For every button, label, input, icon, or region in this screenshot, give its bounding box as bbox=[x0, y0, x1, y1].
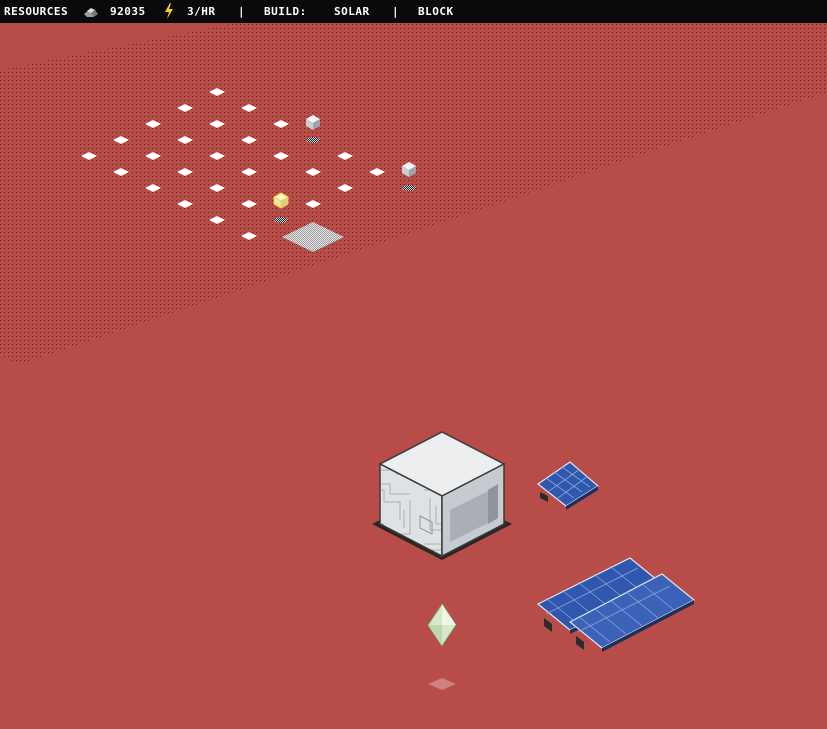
energy-crystal[interactable] bbox=[427, 603, 457, 690]
power-rate: 3/HR bbox=[187, 5, 216, 18]
hud-separator: | bbox=[238, 5, 246, 18]
solar-array[interactable] bbox=[536, 557, 696, 652]
solar-panel[interactable] bbox=[536, 461, 600, 510]
block-building[interactable] bbox=[372, 431, 512, 560]
game-viewport[interactable]: RESOURCES 92035 3/HR | BUILD: SOLAR | BL… bbox=[0, 0, 827, 729]
hud-separator-2: | bbox=[392, 5, 400, 18]
resources-label: RESOURCES bbox=[4, 5, 69, 18]
rock-pile-icon bbox=[82, 4, 100, 18]
build-block-button[interactable]: BLOCK bbox=[418, 0, 454, 23]
resources-value: 92035 bbox=[110, 5, 146, 18]
isometric-world[interactable] bbox=[0, 0, 827, 729]
build-grid-plane[interactable] bbox=[0, 24, 827, 364]
build-label: BUILD: bbox=[264, 5, 307, 18]
build-solar-button[interactable]: SOLAR bbox=[334, 0, 370, 23]
lightning-bolt-icon bbox=[164, 3, 174, 19]
hud-bar: RESOURCES 92035 3/HR | BUILD: SOLAR | BL… bbox=[0, 0, 827, 23]
